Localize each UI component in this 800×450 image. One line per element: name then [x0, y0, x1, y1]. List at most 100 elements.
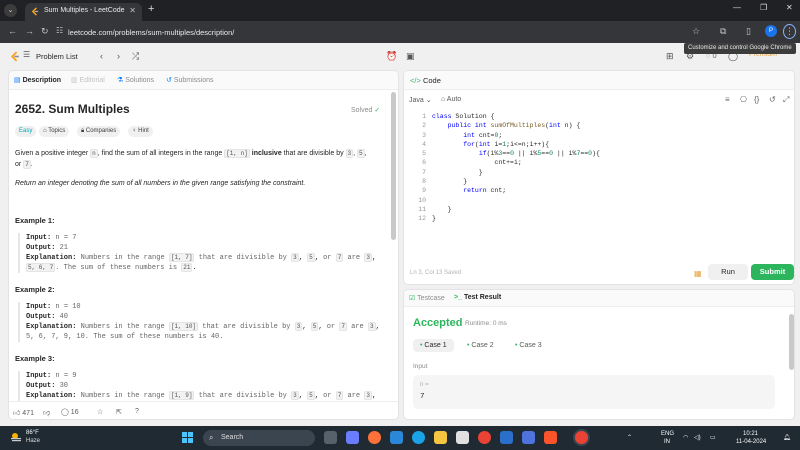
chrome-icon[interactable]: [478, 431, 491, 444]
app-icon[interactable]: [390, 431, 403, 444]
haze-weather-icon[interactable]: [10, 432, 22, 442]
browser-tab[interactable]: Sum Multiples - LeetCode ✕: [25, 3, 142, 21]
input-value: 7: [420, 393, 425, 401]
search-icon: ⌕: [209, 433, 214, 442]
favorite-star-icon[interactable]: ☆: [97, 408, 103, 416]
fullscreen-icon[interactable]: ⤢: [783, 95, 789, 105]
tab-submissions[interactable]: ↺ Submissions: [166, 76, 214, 84]
forward-icon[interactable]: →: [25, 26, 34, 36]
language-select[interactable]: Java ⌄: [409, 96, 432, 104]
tab-editorial[interactable]: ▥ Editorial: [71, 76, 105, 84]
tab-solutions[interactable]: ⚗ Solutions: [117, 76, 154, 84]
next-problem-icon[interactable]: ›: [117, 51, 120, 61]
chrome-active-icon[interactable]: [575, 431, 588, 444]
bookmark-icon[interactable]: ⎔: [740, 95, 747, 104]
line-number: 7: [422, 168, 426, 176]
thumbs-up-icon: 👍︎: [13, 410, 21, 417]
maximize-button[interactable]: ❐: [760, 3, 767, 12]
tab-test-result[interactable]: >_ Test Result: [454, 294, 501, 301]
example-output: 21: [59, 244, 69, 252]
clock-date[interactable]: 11-04-2024: [736, 439, 766, 445]
pass-dot-icon: •: [515, 342, 518, 349]
like-button[interactable]: 👍︎ 471: [13, 408, 34, 417]
bookmark-star-icon[interactable]: ☆: [692, 26, 700, 37]
example-input: n = 9: [55, 372, 77, 380]
language-bottom[interactable]: IN: [664, 439, 670, 445]
clock-time[interactable]: 10:21: [743, 431, 758, 437]
reset-icon[interactable]: ↺: [769, 95, 776, 104]
battery-icon[interactable]: ▭: [710, 434, 716, 441]
example-output: 40: [59, 313, 69, 321]
vscode-icon[interactable]: [500, 431, 513, 444]
case-label: Case 3: [519, 342, 542, 349]
problem-list-link[interactable]: Problem List: [36, 52, 78, 61]
line-number: 11: [418, 205, 426, 213]
tab-close-icon[interactable]: ✕: [129, 6, 136, 15]
tag-icon: ⌂: [43, 128, 47, 134]
reload-icon[interactable]: ↻: [41, 26, 49, 37]
debug-icon[interactable]: ⏰: [386, 51, 397, 62]
tab-description[interactable]: ▤ Description: [14, 76, 61, 84]
notification-icon[interactable]: 🔔︎: [783, 434, 791, 441]
prev-problem-icon[interactable]: ‹: [100, 51, 103, 61]
leetcode-favicon-icon: [31, 7, 39, 16]
chrome-menu-icon[interactable]: ⋮: [783, 24, 796, 39]
explanation-label: Explanation:: [26, 323, 77, 331]
volume-icon[interactable]: ◁): [694, 434, 701, 441]
address-bar[interactable]: leetcode.com/problems/sum-multiples/desc…: [68, 28, 234, 37]
code-line: public int sumOfMultiples(int n) {: [447, 122, 581, 130]
wifi-icon[interactable]: ◠: [683, 434, 688, 441]
case-3-tab[interactable]: • Case 3: [508, 339, 549, 352]
language-top[interactable]: ENG: [661, 431, 674, 437]
tab-search-button[interactable]: ⌄: [4, 4, 17, 17]
comments-button[interactable]: ◯ 16: [61, 408, 79, 416]
braces-icon[interactable]: {}: [754, 95, 759, 104]
inline-code: 3: [294, 322, 303, 331]
format-icon[interactable]: ≡: [725, 95, 730, 104]
windows-start-icon[interactable]: [182, 432, 193, 443]
edge-icon[interactable]: [412, 431, 425, 444]
share-icon[interactable]: ⇱: [116, 408, 122, 416]
back-icon[interactable]: ←: [8, 26, 17, 36]
layout-icon[interactable]: ⊞: [666, 51, 674, 62]
tab-title: Sum Multiples - LeetCode: [44, 7, 125, 14]
shuffle-icon[interactable]: ⤮: [132, 51, 139, 62]
app-icon[interactable]: [522, 431, 535, 444]
submit-button[interactable]: Submit: [751, 264, 794, 280]
profile-avatar[interactable]: P: [765, 25, 777, 37]
companies-tag[interactable]: 🔒︎ Companies: [77, 126, 121, 137]
help-icon[interactable]: ?: [135, 408, 139, 415]
dislike-button[interactable]: 👎︎: [43, 408, 50, 417]
inline-code: [1, 10]: [168, 322, 199, 331]
task-view-icon[interactable]: [324, 431, 337, 444]
tray-chevron-icon[interactable]: ⌃: [627, 434, 632, 441]
tab-testcase[interactable]: ☑ Testcase: [409, 294, 445, 302]
minimize-button[interactable]: —: [733, 3, 741, 12]
notes-icon[interactable]: ▣: [406, 51, 415, 62]
file-explorer-icon[interactable]: [434, 431, 447, 444]
case-2-tab[interactable]: • Case 2: [460, 339, 501, 352]
brave-icon[interactable]: [544, 431, 557, 444]
line-number: 6: [422, 159, 426, 167]
side-panel-icon[interactable]: ▯: [746, 26, 751, 37]
site-info-icon[interactable]: ☷: [56, 26, 63, 35]
code-panel-header: </> Code: [404, 71, 794, 90]
autocomplete-mode[interactable]: ⌂ Auto: [441, 96, 461, 103]
teams-icon[interactable]: [346, 431, 359, 444]
taskbar-search[interactable]: ⌕ Search: [203, 430, 315, 446]
calendar-icon[interactable]: ▦: [694, 269, 702, 278]
code-editor[interactable]: class Solution { public int sumOfMultipl…: [432, 112, 600, 224]
test-panel-scrollbar[interactable]: [789, 314, 794, 370]
extensions-icon[interactable]: ⧉: [720, 26, 726, 37]
run-button[interactable]: Run: [708, 264, 748, 280]
hint-tag[interactable]: ♀ Hint: [128, 126, 153, 137]
new-tab-button[interactable]: +: [148, 3, 154, 15]
line-number: 8: [422, 178, 426, 186]
firefox-icon[interactable]: [368, 431, 381, 444]
store-icon[interactable]: [456, 431, 469, 444]
leetcode-logo-icon[interactable]: [10, 51, 21, 62]
description-scrollbar[interactable]: [391, 92, 396, 240]
close-window-button[interactable]: ✕: [786, 3, 793, 12]
case-1-tab[interactable]: • Case 1: [413, 339, 454, 352]
topics-tag[interactable]: ⌂ Topics: [39, 126, 70, 137]
